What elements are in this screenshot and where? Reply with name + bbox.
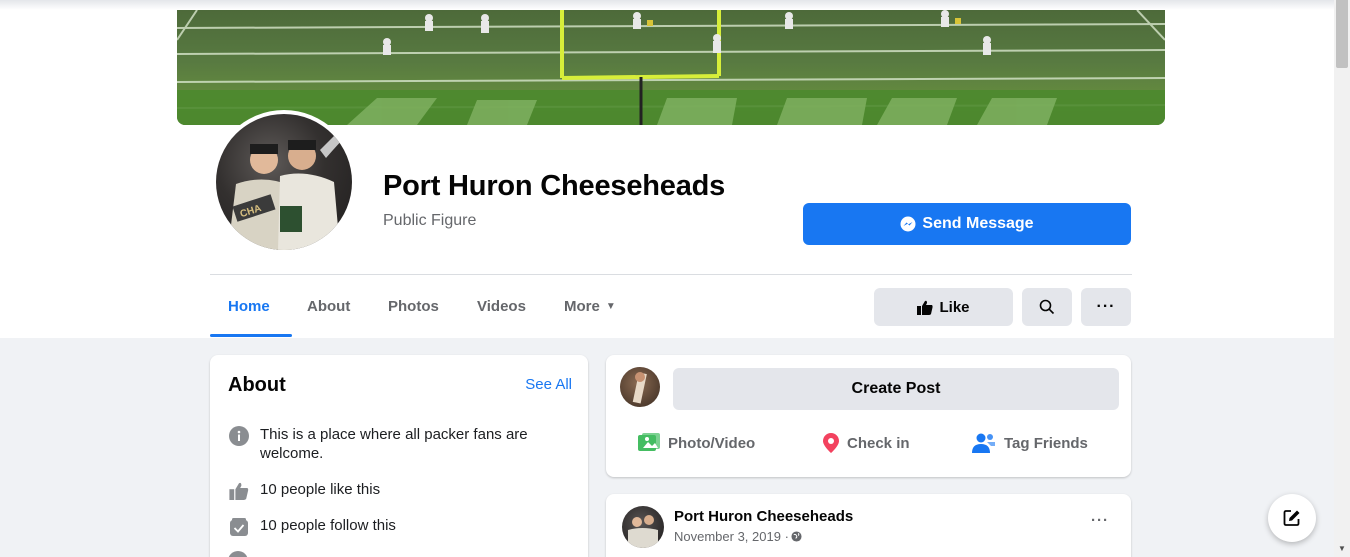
tab-more-label: More [564,298,600,315]
about-card: About See All This is a place where all … [210,355,588,557]
search-icon [1039,299,1055,315]
page-title: Port Huron Cheeseheads [383,170,726,202]
photo-video-label: Photo/Video [668,434,756,452]
compose-icon [1283,509,1301,527]
send-message-button[interactable]: Send Message [803,203,1131,245]
tab-about[interactable]: About [307,298,350,315]
about-followers-row: 10 people follow this [228,516,560,538]
scrollbar-track[interactable] [1334,0,1350,557]
messenger-icon [900,216,916,232]
about-title: About [228,374,286,396]
football-field-graphic [177,10,1165,125]
post-author-name[interactable]: Port Huron Cheeseheads [674,508,853,525]
caret-down-icon: ▼ [605,301,616,312]
tab-more[interactable]: More ▼ [564,298,616,315]
about-description-row: This is a place where all packer fans ar… [228,425,560,463]
globe-icon [791,531,802,542]
composer-avatar[interactable] [620,367,660,407]
thumbs-up-icon [228,480,250,502]
profile-photo: CHA [216,114,352,250]
new-message-button[interactable] [1268,494,1316,542]
post-meta: November 3, 2019 · [674,529,802,544]
about-likes-text: 10 people like this [260,481,381,498]
top-shadow [0,0,1334,10]
more-dots-icon: ··· [1096,298,1116,315]
scroll-down-arrow-icon[interactable]: ▼ [1338,544,1346,553]
like-label: Like [939,298,970,316]
header-divider [210,274,1132,275]
post-options-button[interactable]: ··· [1091,512,1109,529]
tag-friends-icon [972,433,996,453]
page-category: Public Figure [383,212,477,229]
like-icon [917,300,934,315]
check-in-action[interactable]: Check in [823,433,910,453]
about-description-text: This is a place where all packer fans ar… [260,426,528,462]
photo-video-icon [638,433,660,453]
tab-home[interactable]: Home [228,298,270,315]
see-all-link[interactable]: See All [525,376,572,393]
profile-picture[interactable]: CHA [212,110,356,254]
scrollbar-thumb[interactable] [1336,0,1348,68]
follow-check-icon [228,516,250,538]
about-likes-row: 10 people like this [228,480,560,502]
like-button[interactable]: Like [874,288,1013,326]
about-next-icon [228,551,248,557]
check-in-label: Check in [847,434,910,452]
send-message-label: Send Message [922,215,1034,232]
search-button[interactable] [1022,288,1072,326]
active-tab-indicator [210,334,292,337]
photo-video-action[interactable]: Photo/Video [638,433,755,453]
info-icon [228,425,250,447]
create-post-card: Create Post Photo/Video Check in Tag Fri… [606,355,1131,477]
post-card: Port Huron Cheeseheads November 3, 2019 … [606,494,1131,557]
post-author-avatar[interactable] [622,506,664,548]
location-pin-icon [823,433,839,453]
tag-friends-label: Tag Friends [1004,434,1088,452]
more-options-button[interactable]: ··· [1081,288,1131,326]
tab-videos[interactable]: Videos [477,298,526,315]
create-post-button[interactable]: Create Post [673,368,1119,410]
tab-photos[interactable]: Photos [388,298,439,315]
about-followers-text: 10 people follow this [260,517,396,534]
cover-photo[interactable] [177,10,1165,125]
tag-friends-action[interactable]: Tag Friends [972,433,1088,453]
post-date[interactable]: November 3, 2019 · [674,529,789,544]
